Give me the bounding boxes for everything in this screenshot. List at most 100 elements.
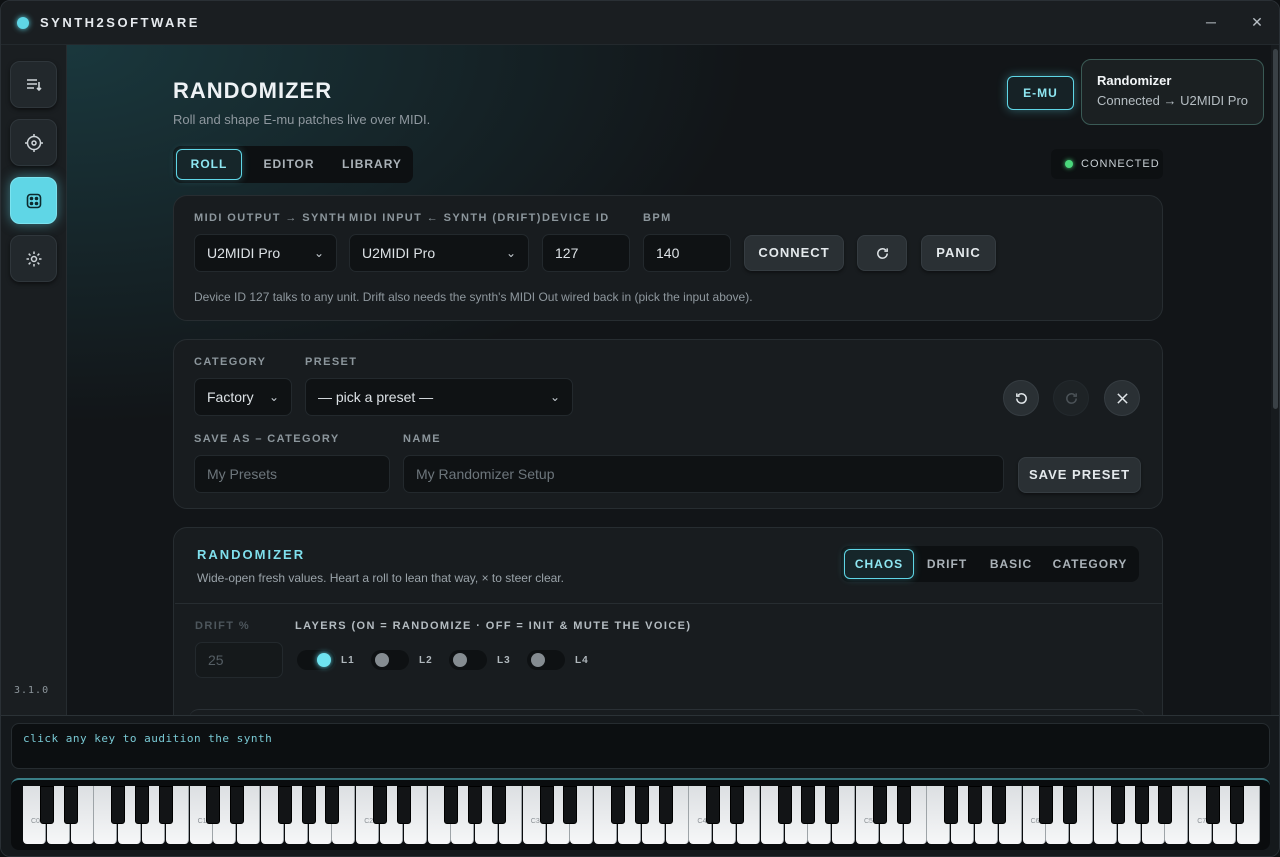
piano-black-key[interactable] <box>991 786 1006 824</box>
minimize-button[interactable]: ─ <box>1199 11 1223 35</box>
piano-black-key[interactable] <box>1039 786 1054 824</box>
tab-library[interactable]: LIBRARY <box>331 149 413 180</box>
save-preset-button[interactable]: SAVE PRESET <box>1018 457 1141 493</box>
preset-select[interactable]: — pick a preset — ⌄ <box>305 378 573 416</box>
redo-button[interactable] <box>1053 380 1089 416</box>
piano-black-key[interactable] <box>944 786 959 824</box>
tab-roll[interactable]: ROLL <box>176 149 242 180</box>
bpm-input[interactable]: 140 <box>643 234 731 272</box>
piano-black-key[interactable] <box>825 786 840 824</box>
piano-black-key[interactable] <box>1063 786 1078 824</box>
drift-percent-input[interactable]: 25 <box>195 642 283 678</box>
page-title: RANDOMIZER <box>173 78 333 103</box>
scrollbar[interactable] <box>1271 45 1279 715</box>
piano-keyboard[interactable]: C0 C1 C2 C3 C4 C5 C6 C7 <box>11 778 1270 850</box>
piano-black-key[interactable] <box>611 786 625 824</box>
sidebar-item-playlist[interactable] <box>10 61 57 108</box>
octave-label: C2 <box>364 818 374 825</box>
toggle-knob <box>317 653 331 667</box>
tab-drift[interactable]: DRIFT <box>917 549 977 579</box>
sidebar-item-target[interactable] <box>10 119 57 166</box>
connect-button[interactable]: CONNECT <box>744 235 844 271</box>
save-category-input[interactable]: My Presets <box>194 455 390 493</box>
toast-title: Randomizer <box>1097 73 1172 88</box>
bpm-label: BPM <box>643 212 672 224</box>
undo-button[interactable] <box>1003 380 1039 416</box>
piano-black-key[interactable] <box>634 786 649 824</box>
tab-basic[interactable]: BASIC <box>981 549 1041 579</box>
category-select[interactable]: Factory ⌄ <box>194 378 292 416</box>
tab-chaos[interactable]: CHAOS <box>844 549 914 579</box>
piano-black-key[interactable] <box>1229 786 1244 824</box>
layer-toggle-l2[interactable] <box>371 650 409 670</box>
piano-black-key[interactable] <box>63 786 78 824</box>
sidebar: 3.1.0 <box>1 45 67 715</box>
title-bar: SYNTH2SOFTWARE ─ ✕ <box>1 1 1279 45</box>
scrollbar-thumb[interactable] <box>1273 49 1278 409</box>
piano-black-key[interactable] <box>373 786 387 824</box>
emu-brand-button[interactable]: E-MU <box>1007 76 1074 110</box>
name-label: NAME <box>403 433 441 445</box>
piano-black-key[interactable] <box>396 786 411 824</box>
piano-black-key[interactable] <box>896 786 911 824</box>
piano-black-key[interactable] <box>872 786 887 824</box>
preset-label: PRESET <box>305 356 358 368</box>
piano-black-key[interactable] <box>706 786 721 824</box>
piano-black-key[interactable] <box>563 786 578 824</box>
drift-percent-label: DRIFT % <box>195 620 251 632</box>
piano-black-key[interactable] <box>277 786 292 824</box>
main-tabs: ROLL EDITOR LIBRARY <box>173 146 413 183</box>
layer-toggle-l1[interactable] <box>297 650 335 670</box>
piano-black-key[interactable] <box>539 786 554 824</box>
randomizer-mode-tabs: CHAOS DRIFT BASIC CATEGORY <box>841 546 1139 582</box>
piano-black-key[interactable] <box>1158 786 1173 824</box>
page-subtitle: Roll and shape E-mu patches live over MI… <box>173 112 431 127</box>
status-label: CONNECTED <box>1081 158 1160 170</box>
tab-editor[interactable]: EDITOR <box>247 149 331 180</box>
category-value: Factory <box>207 389 254 405</box>
midi-help-text: Device ID 127 talks to any unit. Drift a… <box>194 290 753 304</box>
piano-black-key[interactable] <box>111 786 126 824</box>
app-title: SYNTH2SOFTWARE <box>40 15 200 30</box>
midi-input-label: MIDI INPUT ← SYNTH (DRIFT) <box>349 212 542 224</box>
piano-black-key[interactable] <box>39 786 54 824</box>
undo-icon <box>1015 392 1027 404</box>
app-window: SYNTH2SOFTWARE ─ ✕ 3.1.0 RANDOMIZER Roll… <box>0 0 1280 857</box>
layer-toggle-l4[interactable] <box>527 650 565 670</box>
octave-label: C0 <box>31 818 40 825</box>
midi-output-select[interactable]: U2MIDI Pro ⌄ <box>194 234 337 272</box>
piano-black-key[interactable] <box>325 786 340 824</box>
clear-button[interactable] <box>1104 380 1140 416</box>
piano-black-key[interactable] <box>135 786 149 824</box>
close-icon <box>1116 392 1128 404</box>
piano-black-key[interactable] <box>658 786 673 824</box>
piano-black-key[interactable] <box>777 786 792 824</box>
piano-black-key[interactable] <box>492 786 506 824</box>
piano-black-key[interactable] <box>301 786 316 824</box>
close-window-button[interactable]: ✕ <box>1245 11 1269 35</box>
piano-black-key[interactable] <box>968 786 982 824</box>
piano-black-key[interactable] <box>1134 786 1149 824</box>
layer-toggle-l3[interactable] <box>449 650 487 670</box>
sidebar-item-settings[interactable] <box>10 235 57 282</box>
piano-black-key[interactable] <box>801 786 816 824</box>
midi-output-value: U2MIDI Pro <box>207 245 281 261</box>
refresh-button[interactable] <box>857 235 907 271</box>
piano-black-key[interactable] <box>730 786 744 824</box>
piano-black-key[interactable] <box>1110 786 1125 824</box>
midi-input-select[interactable]: U2MIDI Pro ⌄ <box>349 234 529 272</box>
main-content: RANDOMIZER Roll and shape E-mu patches l… <box>67 45 1271 715</box>
piano-black-key[interactable] <box>468 786 483 824</box>
piano-black-key[interactable] <box>444 786 459 824</box>
piano-black-key[interactable] <box>158 786 173 824</box>
device-id-input[interactable]: 127 <box>542 234 630 272</box>
piano-black-key[interactable] <box>230 786 245 824</box>
panic-button[interactable]: PANIC <box>921 235 996 271</box>
preset-name-input[interactable]: My Randomizer Setup <box>403 455 1004 493</box>
piano-black-key[interactable] <box>206 786 221 824</box>
chevron-down-icon: ⌄ <box>313 246 324 260</box>
tab-category[interactable]: CATEGORY <box>1044 549 1136 579</box>
chevron-down-icon: ⌄ <box>505 246 516 260</box>
sidebar-item-randomizer[interactable] <box>10 177 57 224</box>
piano-black-key[interactable] <box>1206 786 1220 824</box>
